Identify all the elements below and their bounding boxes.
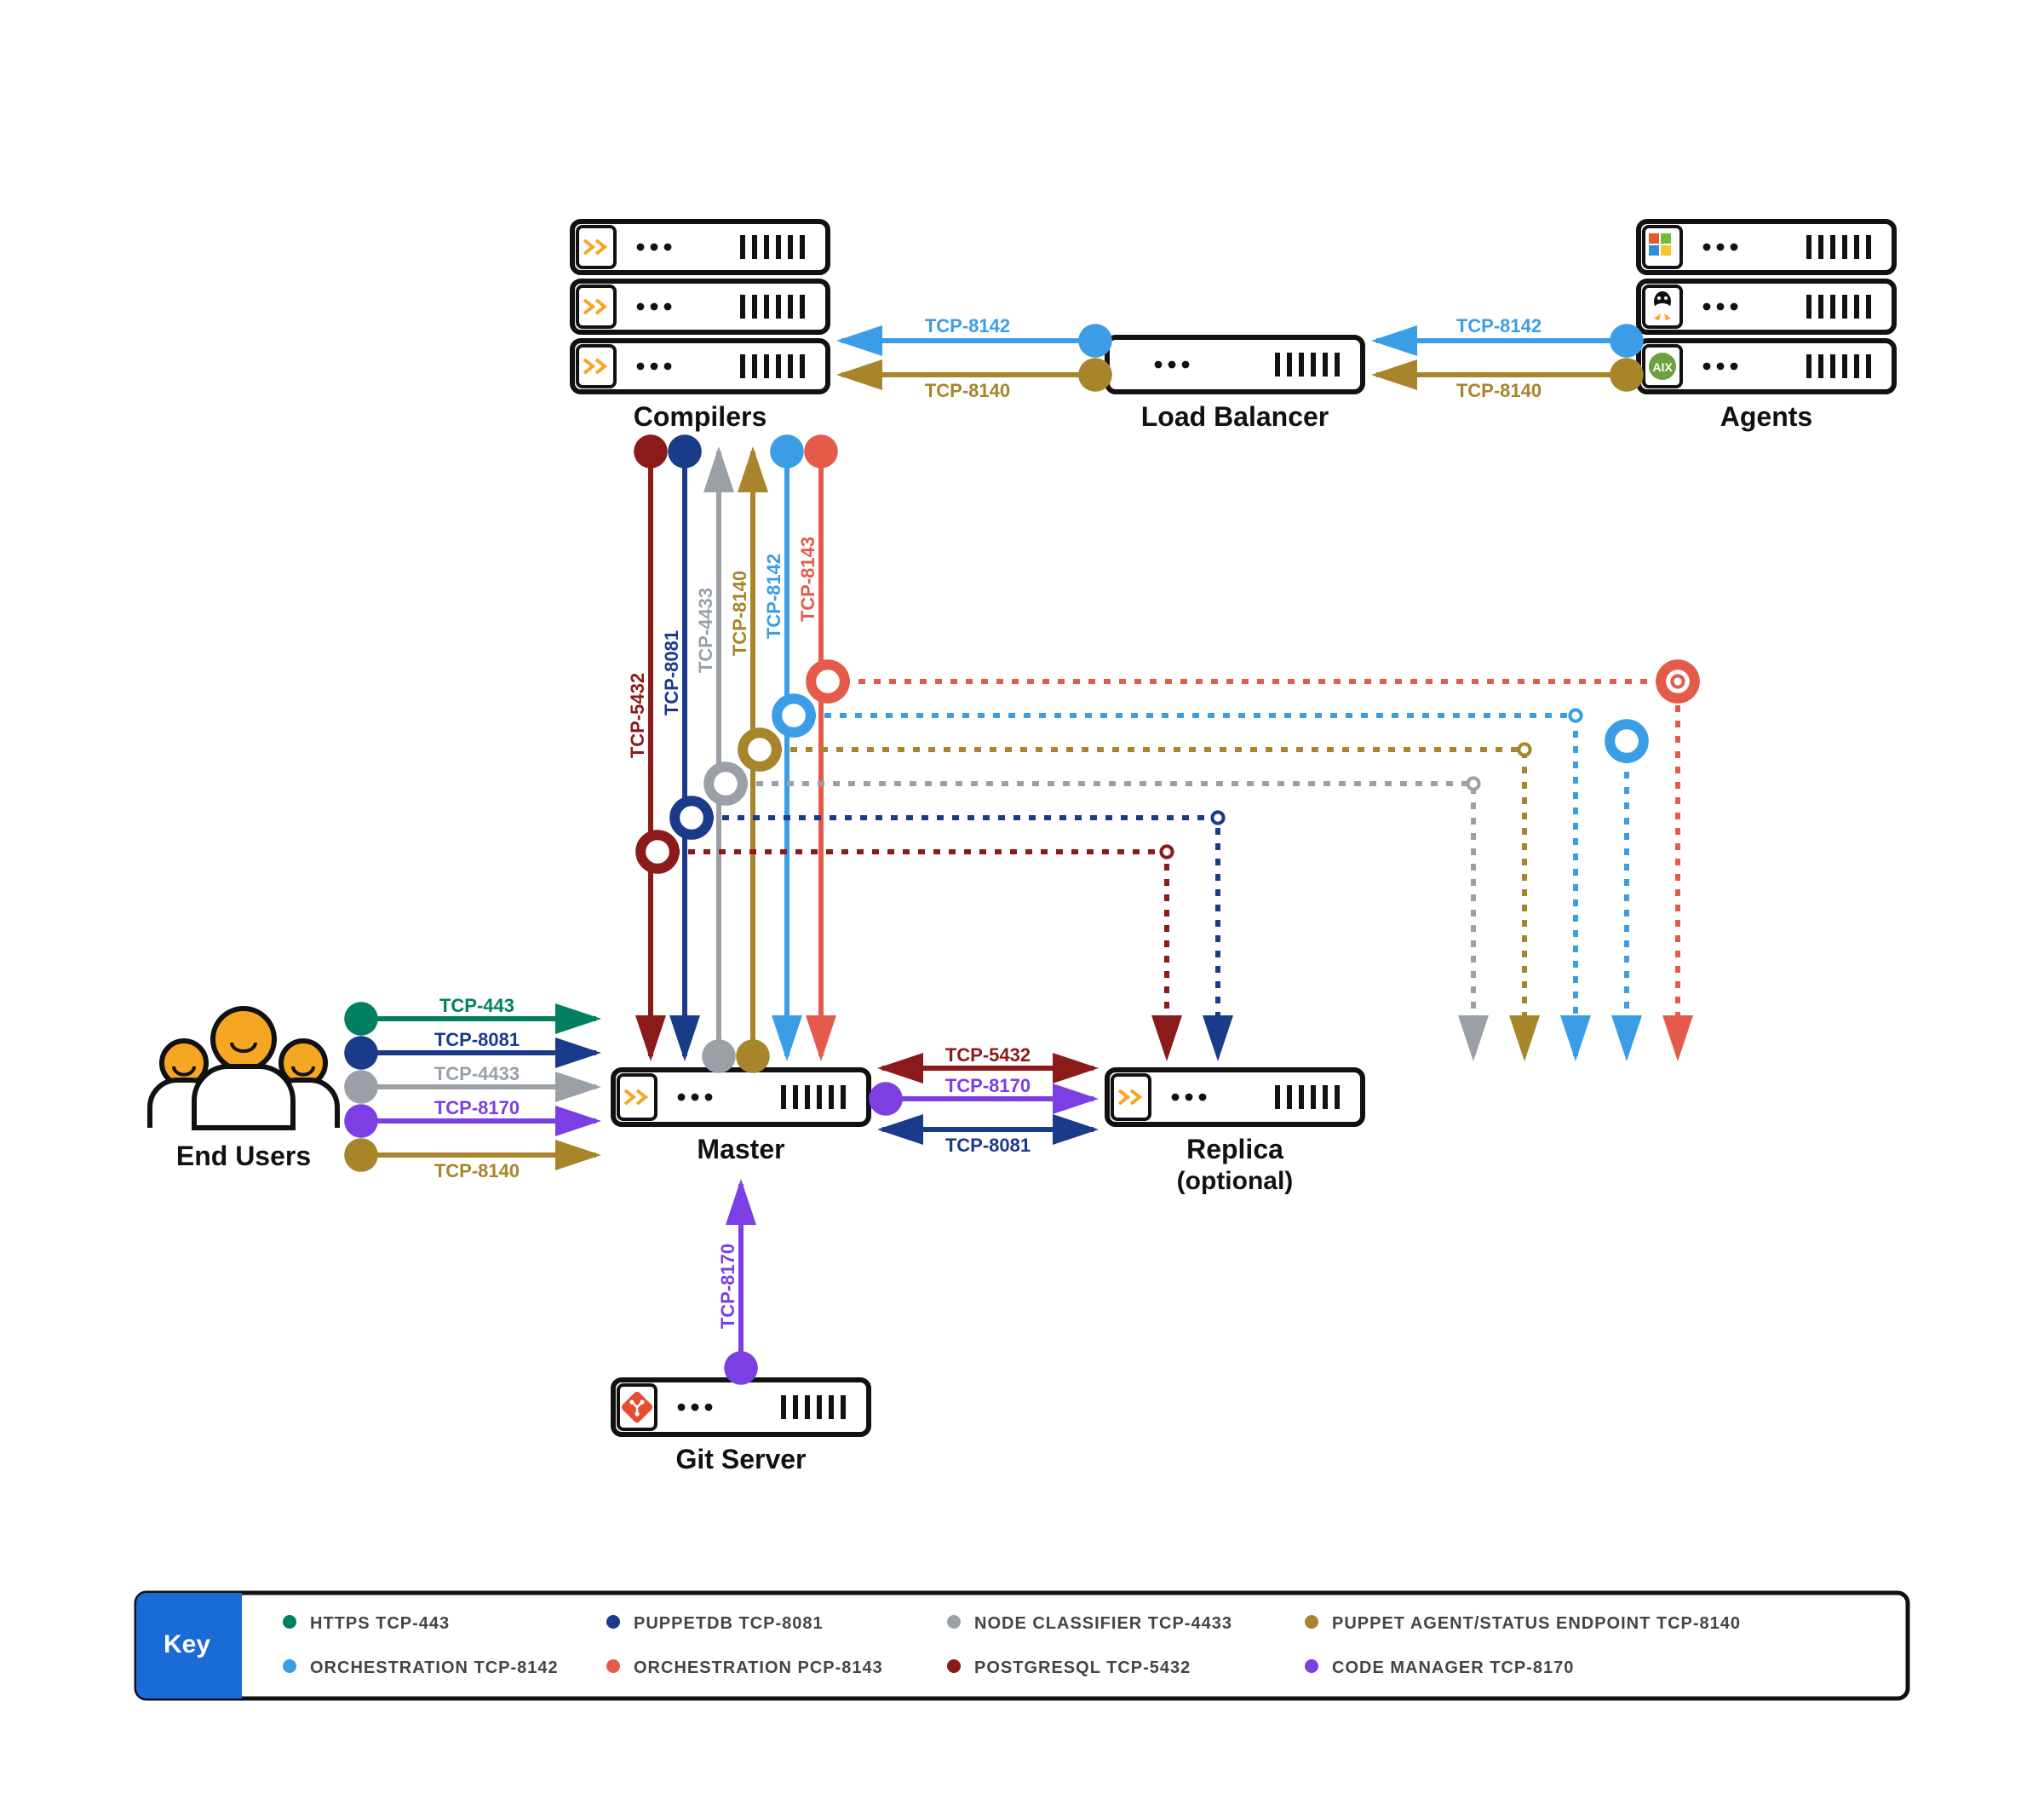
compilers-node: Compilers: [572, 221, 828, 432]
dash-4433-replica: [726, 784, 1473, 1056]
svg-text:NODE CLASSIFIER TCP-4433: NODE CLASSIFIER TCP-4433: [974, 1614, 1232, 1633]
svg-text:POSTGRESQL TCP-5432: POSTGRESQL TCP-5432: [974, 1658, 1191, 1677]
compilers-label: Compilers: [634, 401, 766, 432]
svg-text:TCP-4433: TCP-4433: [695, 588, 716, 673]
architecture-diagram: Compilers Load Balancer AIX Agents Maste…: [0, 0, 2044, 1799]
svg-text:TCP-8143: TCP-8143: [797, 537, 818, 622]
agents-label: Agents: [1720, 401, 1812, 432]
svg-text:ORCHESTRATION TCP-8142: ORCHESTRATION TCP-8142: [310, 1658, 559, 1677]
agents-node: AIX Agents: [1639, 221, 1894, 432]
svg-text:PUPPET AGENT/STATUS ENDPOINT T: PUPPET AGENT/STATUS ENDPOINT TCP-8140: [1332, 1614, 1741, 1633]
svg-text:TCP-8142: TCP-8142: [763, 554, 784, 639]
svg-text:TCP-443: TCP-443: [439, 995, 514, 1016]
replica-sublabel: (optional): [1177, 1167, 1294, 1195]
svg-text:ORCHESTRATION PCP-8143: ORCHESTRATION PCP-8143: [634, 1658, 883, 1677]
dash-8142-replica: [794, 716, 1576, 1056]
svg-text:CODE MANAGER TCP-8170: CODE MANAGER TCP-8170: [1332, 1658, 1574, 1677]
svg-text:TCP-8140: TCP-8140: [925, 380, 1010, 401]
replica-label: Replica: [1186, 1134, 1283, 1164]
gitserver-label: Git Server: [676, 1444, 807, 1474]
svg-text:TCP-8081: TCP-8081: [661, 630, 682, 716]
svg-text:TCP-8140: TCP-8140: [1456, 380, 1542, 401]
dash-8143-replica: [828, 681, 1678, 1056]
svg-text:TCP-8081: TCP-8081: [434, 1029, 520, 1050]
loadbalancer-node: Load Balancer: [1107, 337, 1363, 432]
svg-text:TCP-8142: TCP-8142: [1456, 315, 1542, 336]
gitserver-node: Git Server: [613, 1380, 869, 1474]
master-node: Master: [613, 1070, 869, 1164]
dash-5432-replica: [657, 852, 1167, 1056]
master-label: Master: [697, 1134, 784, 1164]
svg-text:AIX: AIX: [1652, 360, 1673, 374]
svg-text:TCP-8170: TCP-8170: [434, 1097, 520, 1118]
endusers-node: End Users: [150, 1009, 337, 1171]
svg-text:HTTPS TCP-443: HTTPS TCP-443: [310, 1614, 450, 1633]
svg-text:TCP-8140: TCP-8140: [729, 571, 750, 656]
legend-title: Key: [164, 1630, 210, 1658]
replica-node: Replica (optional): [1107, 1070, 1363, 1195]
svg-text:TCP-8140: TCP-8140: [434, 1160, 520, 1181]
svg-text:TCP-4433: TCP-4433: [434, 1063, 520, 1084]
svg-text:PUPPETDB TCP-8081: PUPPETDB TCP-8081: [634, 1614, 824, 1633]
svg-text:TCP-8142: TCP-8142: [925, 315, 1010, 336]
aix-icon: AIX: [1649, 353, 1676, 380]
loadbalancer-label: Load Balancer: [1141, 401, 1329, 432]
svg-text:TCP-8170: TCP-8170: [717, 1244, 738, 1329]
svg-text:TCP-8170: TCP-8170: [945, 1075, 1031, 1096]
dash-8140-replica: [760, 750, 1524, 1056]
svg-text:TCP-5432: TCP-5432: [945, 1044, 1031, 1066]
svg-text:TCP-5432: TCP-5432: [627, 673, 648, 758]
svg-text:TCP-8081: TCP-8081: [945, 1135, 1031, 1156]
endusers-label: End Users: [176, 1141, 311, 1171]
legend: Key HTTPS TCP-443 PUPPETDB TCP-8081 NODE…: [136, 1593, 1908, 1698]
